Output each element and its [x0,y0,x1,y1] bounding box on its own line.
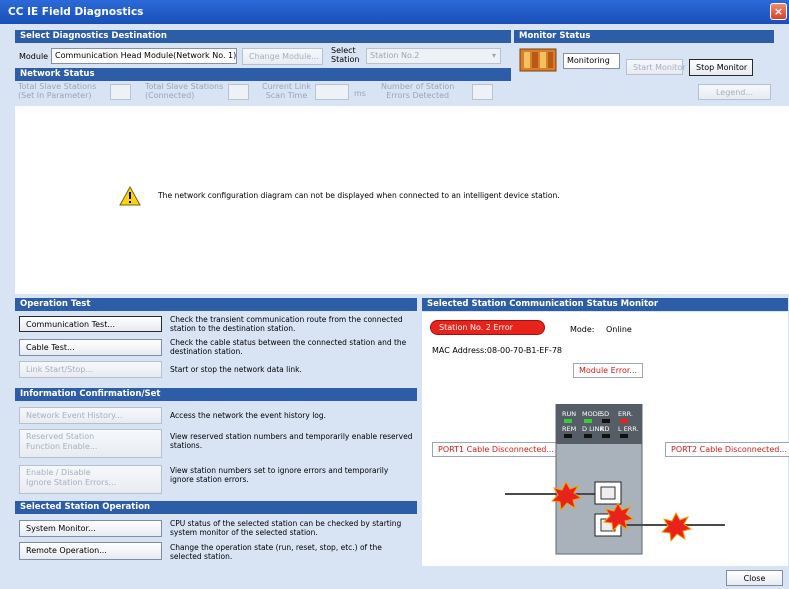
led-label: MODE [582,410,602,418]
ms-unit-label: ms [354,89,366,98]
station-status-badge: Station No. 2 Error [430,320,545,335]
cable-test-desc: Check the cable status between the conne… [170,338,407,356]
section-header-operation-test: Operation Test [15,298,417,311]
change-module-button[interactable]: Change Module... [242,48,323,65]
led-label: ERR. [618,410,633,418]
cable-error-icon [660,511,693,543]
window-title-bar: CC IE Field Diagnostics × [0,0,789,24]
section-header-status-monitor: Selected Station Communication Status Mo… [422,298,788,311]
status-led [620,434,628,438]
monitoring-icon [518,47,558,72]
link-start-stop-button[interactable]: Link Start/Stop... [19,361,162,378]
module-field: Communication Head Module(Network No. 1) [51,48,237,64]
remote-operation-button[interactable]: Remote Operation... [19,542,162,560]
total-slave-connected-field [228,84,249,100]
section-header-destination: Select Diagnostics Destination [15,30,511,43]
communication-test-desc: Check the transient communication route … [170,315,403,333]
communication-test-button[interactable]: Communication Test... [19,316,162,332]
mode-value: Online [606,325,632,334]
reserved-station-button[interactable]: Reserved Station Function Enable... [19,429,162,458]
status-led [620,419,628,423]
section-header-station-operation: Selected Station Operation [15,501,417,514]
close-window-icon[interactable]: × [770,3,787,20]
link-scan-time-label: Current Link Scan Time [262,82,311,100]
status-led [584,434,592,438]
mode-label: Mode: [570,325,595,334]
total-slave-set-label: Total Slave Stations (Set In Parameter) [18,82,97,100]
led-label: L ERR. [618,425,639,433]
network-event-history-desc: Access the network the event history log… [170,411,327,420]
warning-icon [119,185,141,206]
link-scan-time-field [315,84,349,100]
chevron-down-icon: ▾ [491,51,496,60]
select-station-label: Select Station [331,46,360,64]
module-error-button[interactable]: Module Error... [573,363,644,378]
status-led [602,419,610,423]
section-header-information: Information Confirmation/Set [15,388,417,401]
status-led [602,434,610,438]
led-label: SD [600,410,609,418]
system-monitor-button[interactable]: System Monitor... [19,520,162,537]
remote-operation-desc: Change the operation state (run, reset, … [170,543,382,561]
total-slave-connected-label: Total Slave Stations (Connected) [145,82,224,100]
section-header-network-status: Network Status [15,68,511,81]
stop-monitor-button[interactable]: Stop Monitor [689,59,753,76]
station-select[interactable]: Station No.2 ▾ [366,48,501,64]
mac-address: MAC Address:08-00-70-B1-EF-78 [432,346,563,355]
close-button[interactable]: Close [726,570,783,586]
ignore-station-errors-button[interactable]: Enable / Disable Ignore Station Errors..… [19,465,162,494]
link-start-stop-desc: Start or stop the network data link. [170,365,302,374]
network-event-history-button[interactable]: Network Event History... [19,407,162,424]
status-led [564,434,572,438]
led-label: RD [600,425,610,433]
section-header-monitor: Monitor Status [514,30,774,43]
monitoring-status-field: Monitoring [563,53,620,69]
cable-test-button[interactable]: Cable Test... [19,339,162,356]
system-monitor-desc: CPU status of the selected station can b… [170,519,402,537]
legend-button[interactable]: Legend... [698,84,771,100]
window-title: CC IE Field Diagnostics [8,6,144,18]
ignore-station-errors-desc: View station numbers set to ignore error… [170,466,389,484]
total-slave-set-field [110,84,131,100]
station-errors-field [472,84,493,100]
station-errors-label: Number of Station Errors Detected [381,82,455,100]
led-label: REM [562,425,576,433]
reserved-station-desc: View reserved station numbers and tempor… [170,432,413,450]
led-label: RUN [562,410,576,418]
start-monitor-button[interactable]: Start Monitor [626,59,686,75]
station-module-illustration: RUN MODESD ERR. REM D LINKRD L ERR. [505,404,725,555]
status-led [564,419,572,423]
diagram-message: The network configuration diagram can no… [158,191,560,200]
module-label: Module [19,52,49,61]
status-led [584,419,592,423]
